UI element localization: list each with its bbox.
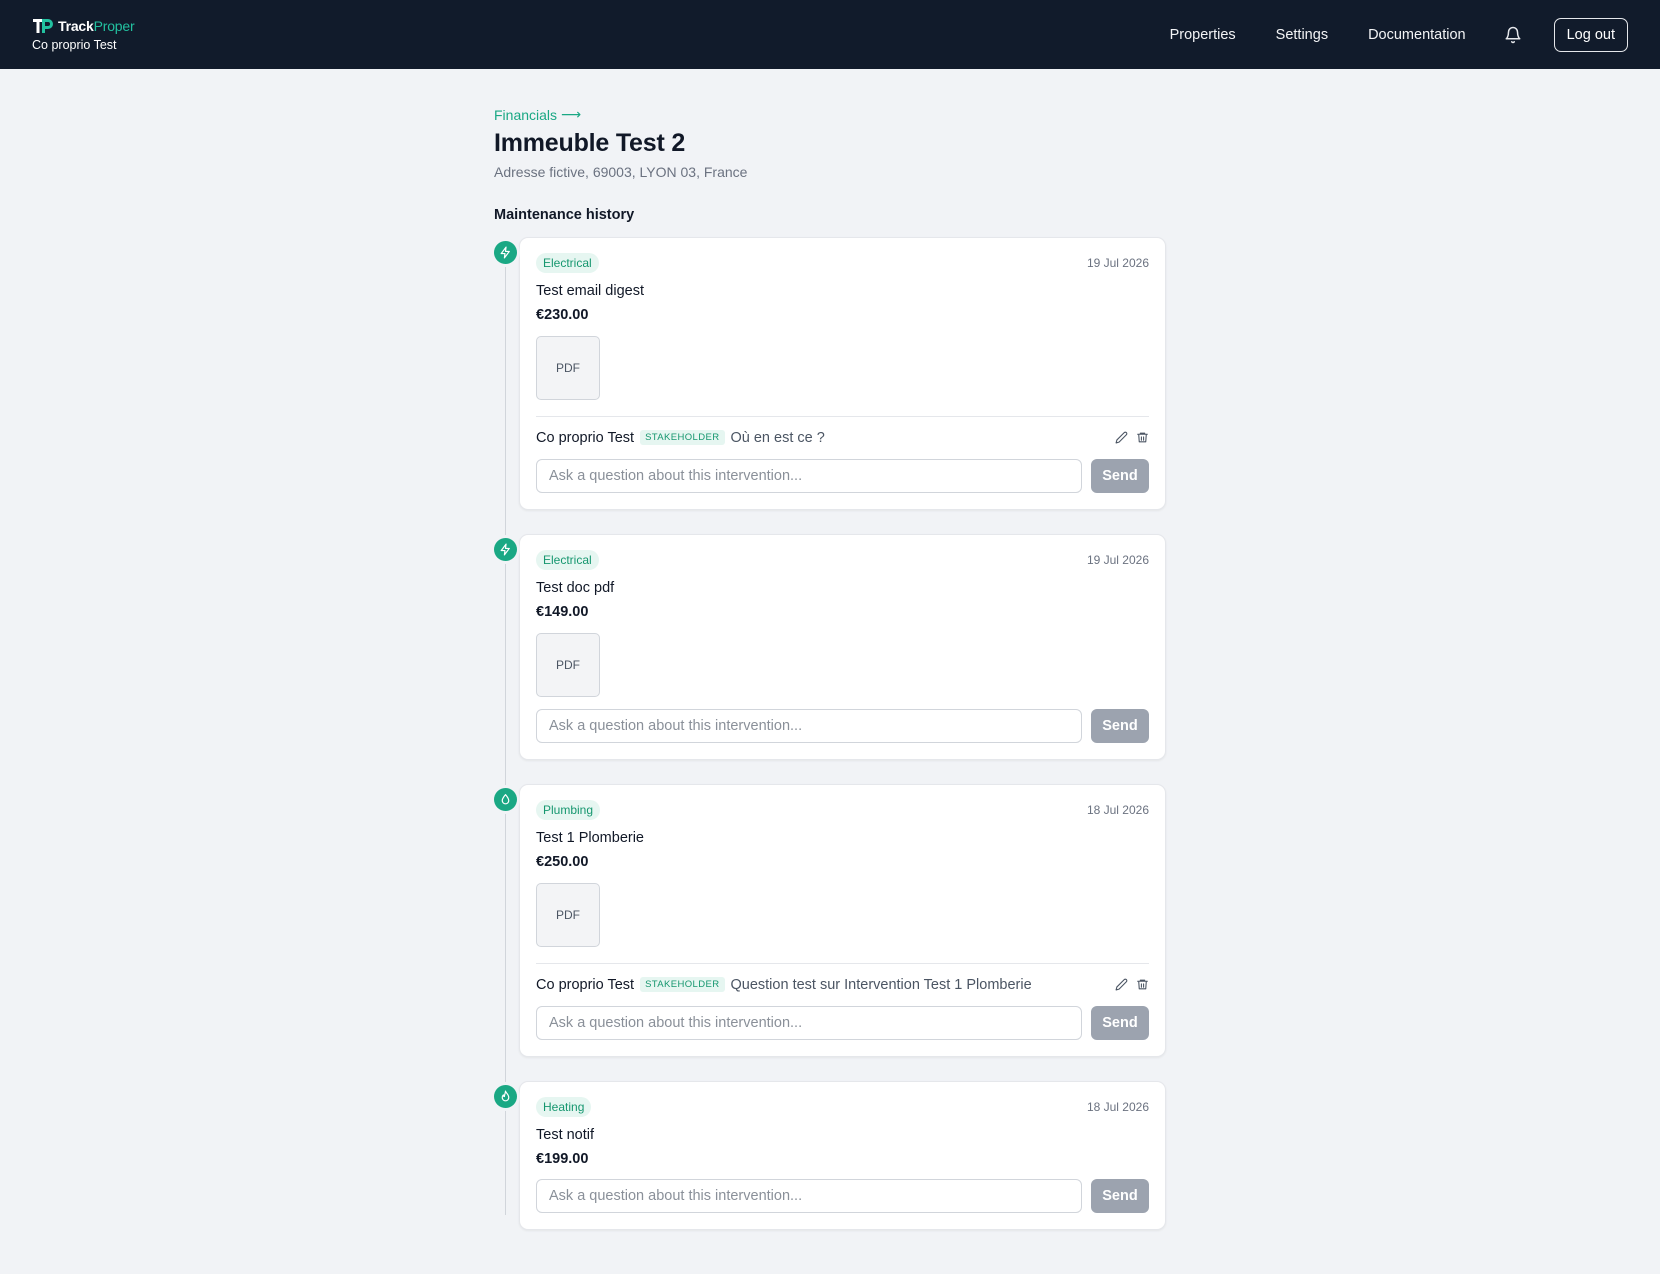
intervention-card: Electrical 19 Jul 2026 Test doc pdf €149… <box>519 533 1166 760</box>
main-nav: Properties Settings Documentation Log ou… <box>1130 17 1628 52</box>
brand[interactable]: TrackProper Co proprio Test <box>32 17 135 52</box>
section-title: Maintenance history <box>494 206 635 223</box>
nav-properties[interactable]: Properties <box>1170 27 1236 43</box>
intervention-amount: €230.00 <box>536 306 589 323</box>
question-input[interactable] <box>536 458 1082 493</box>
pdf-attachment[interactable]: PDF <box>536 335 600 400</box>
water-drop-icon <box>494 787 517 811</box>
intervention-date: 19 Jul 2026 <box>1086 552 1149 567</box>
intervention-title: Test doc pdf <box>536 579 615 596</box>
send-button[interactable]: Send <box>1091 1178 1149 1213</box>
comment-text: Où en est ce ? <box>730 429 825 446</box>
intervention-date: 18 Jul 2026 <box>1086 802 1149 817</box>
intervention-title: Test 1 Plomberie <box>536 829 644 846</box>
comment: Co proprio Test STAKEHOLDER Question tes… <box>536 962 1149 993</box>
lightning-icon <box>494 537 517 561</box>
intervention-amount: €149.00 <box>536 603 589 620</box>
comment-author: Co proprio Test <box>536 976 635 993</box>
page-title: Immeuble Test 2 <box>494 128 686 157</box>
question-input[interactable] <box>536 708 1082 743</box>
maintenance-timeline: Electrical 19 Jul 2026 Test email digest… <box>494 236 1166 1230</box>
comment-author: Co proprio Test <box>536 429 635 446</box>
pdf-attachment[interactable]: PDF <box>536 882 600 947</box>
intervention-card: Plumbing 18 Jul 2026 Test 1 Plomberie €2… <box>519 783 1166 1057</box>
property-page: Financials ⟶ Immeuble Test 2 Adresse fic… <box>494 69 1166 1230</box>
intervention-card: Heating 18 Jul 2026 Test notif €199.00 S… <box>519 1080 1166 1230</box>
intervention-date: 19 Jul 2026 <box>1086 255 1149 270</box>
lightning-icon <box>494 240 517 264</box>
current-user-name: Co proprio Test <box>32 38 117 52</box>
intervention-title: Test notif <box>536 1126 595 1143</box>
logout-button[interactable]: Log out <box>1553 17 1628 52</box>
category-badge: Plumbing <box>536 799 601 820</box>
flame-icon <box>494 1084 517 1108</box>
trash-icon[interactable] <box>1136 978 1149 991</box>
send-button[interactable]: Send <box>1091 708 1149 743</box>
intervention-title: Test email digest <box>536 282 644 299</box>
arrow-right-icon: ⟶ <box>561 106 582 122</box>
timeline-entry: Heating 18 Jul 2026 Test notif €199.00 S… <box>494 1080 1166 1230</box>
timeline-entry: Electrical 19 Jul 2026 Test doc pdf €149… <box>494 533 1166 760</box>
role-badge: STAKEHOLDER <box>640 977 725 992</box>
nav-settings[interactable]: Settings <box>1276 27 1328 43</box>
comment: Co proprio Test STAKEHOLDER Où en est ce… <box>536 415 1149 446</box>
pencil-icon[interactable] <box>1115 978 1128 991</box>
timeline-entry: Electrical 19 Jul 2026 Test email digest… <box>494 236 1166 510</box>
question-input[interactable] <box>536 1178 1082 1213</box>
pencil-icon[interactable] <box>1115 431 1128 444</box>
trash-icon[interactable] <box>1136 431 1149 444</box>
brand-name: TrackProper <box>58 18 135 34</box>
intervention-amount: €199.00 <box>536 1150 589 1167</box>
pdf-attachment[interactable]: PDF <box>536 632 600 697</box>
breadcrumb-financials[interactable]: Financials ⟶ <box>494 106 581 123</box>
timeline-entry: Plumbing 18 Jul 2026 Test 1 Plomberie €2… <box>494 783 1166 1057</box>
intervention-amount: €250.00 <box>536 853 589 870</box>
top-navbar: TrackProper Co proprio Test Properties S… <box>0 0 1660 69</box>
breadcrumb-label: Financials <box>494 106 558 123</box>
send-button[interactable]: Send <box>1091 1005 1149 1040</box>
send-button[interactable]: Send <box>1091 458 1149 493</box>
category-badge: Heating <box>536 1096 592 1117</box>
question-input[interactable] <box>536 1005 1082 1040</box>
comment-text: Question test sur Intervention Test 1 Pl… <box>730 976 1032 993</box>
intervention-date: 18 Jul 2026 <box>1086 1099 1149 1114</box>
property-address: Adresse fictive, 69003, LYON 03, France <box>494 163 748 180</box>
category-badge: Electrical <box>536 252 599 273</box>
role-badge: STAKEHOLDER <box>640 430 725 445</box>
bell-icon[interactable] <box>1504 26 1522 44</box>
nav-documentation[interactable]: Documentation <box>1368 27 1466 43</box>
category-badge: Electrical <box>536 549 599 570</box>
trackproper-logo-icon <box>33 19 53 33</box>
intervention-card: Electrical 19 Jul 2026 Test email digest… <box>519 236 1166 510</box>
